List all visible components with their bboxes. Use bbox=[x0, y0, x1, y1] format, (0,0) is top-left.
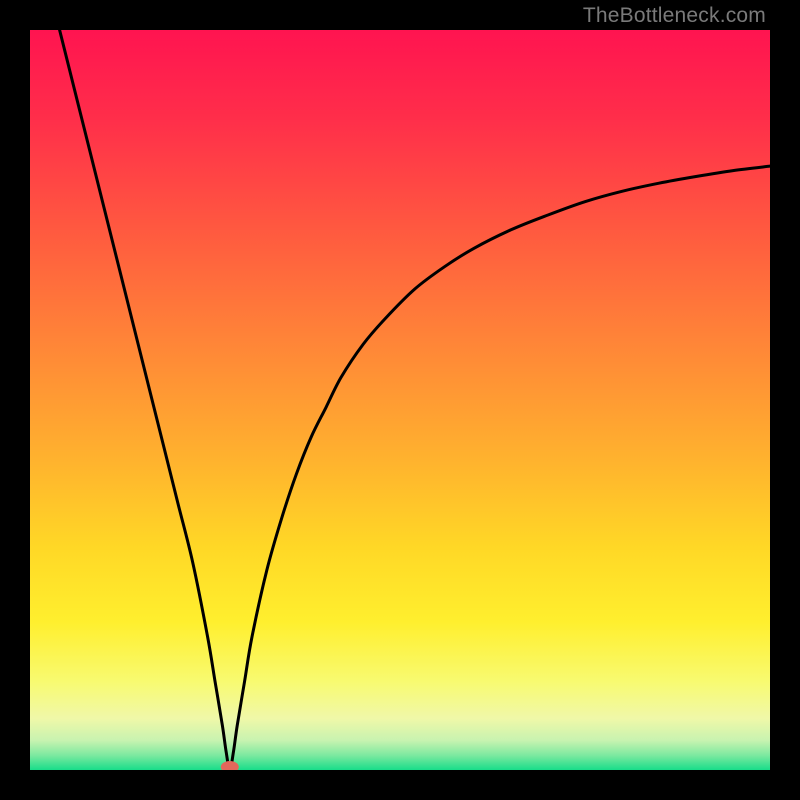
bottleneck-chart bbox=[30, 30, 770, 770]
gradient-background bbox=[30, 30, 770, 770]
watermark-text: TheBottleneck.com bbox=[583, 4, 766, 28]
chart-frame bbox=[30, 30, 770, 770]
